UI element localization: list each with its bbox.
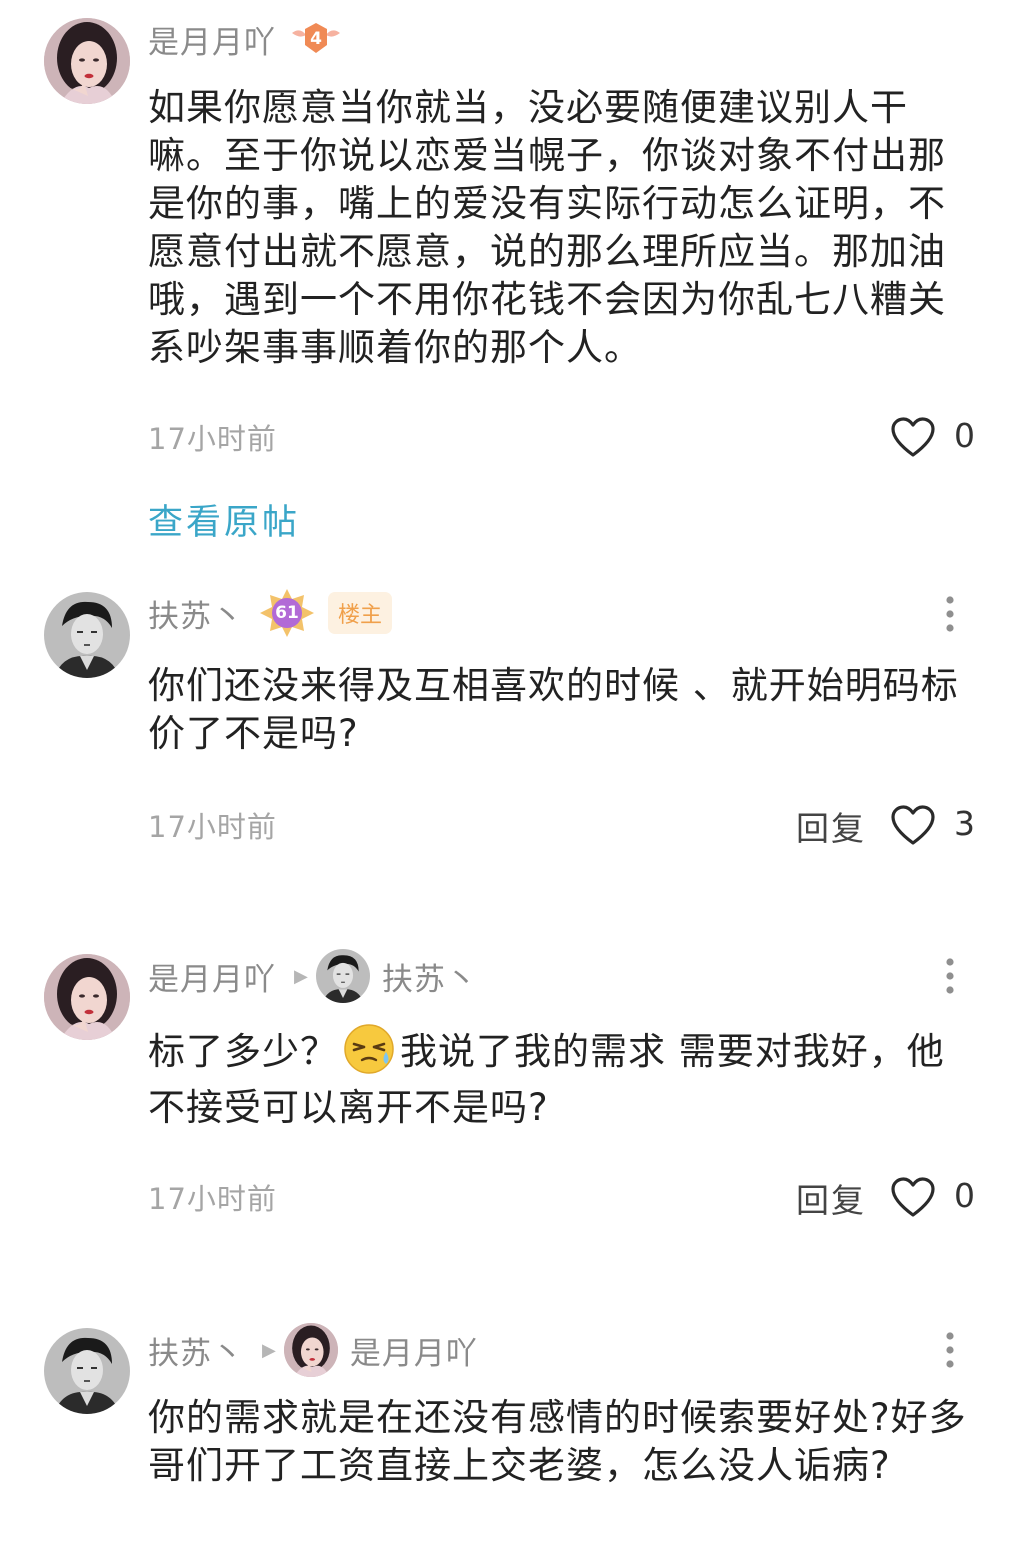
- comment-item: 是月月吖 4 如果你愿意当你就当，没必要随便建议别人干嘛。至于你说以恋爱当幌子，…: [0, 0, 1020, 560]
- sweat-smile-emoji: [344, 1024, 394, 1074]
- username[interactable]: 是月月吖: [148, 954, 276, 999]
- reply-target-username[interactable]: 是月月吖: [350, 1328, 478, 1373]
- like-count: 3: [954, 804, 975, 843]
- timestamp: 17小时前: [148, 810, 277, 844]
- avatar[interactable]: [44, 18, 130, 104]
- comment-header: 是月月吖 ▶ 扶苏丶: [148, 948, 478, 1004]
- comment-thread: 是月月吖 4 如果你愿意当你就当，没必要随便建议别人干嘛。至于你说以恋爱当幌子，…: [0, 0, 1020, 1546]
- heart-outline-icon[interactable]: [890, 416, 936, 458]
- comment-text: 如果你愿意当你就当，没必要随便建议别人干嘛。至于你说以恋爱当幌子，你谈对象不付出…: [148, 86, 946, 369]
- username[interactable]: 扶苏丶: [148, 1328, 244, 1373]
- reply-button[interactable]: 回复: [796, 802, 866, 850]
- level-badge: 61: [258, 587, 316, 639]
- comment-text: 你们还没来得及互相喜欢的时候 、就开始明码标价了不是吗?: [148, 664, 959, 755]
- like-count: 0: [954, 1176, 975, 1215]
- reply-target-avatar[interactable]: [316, 949, 370, 1003]
- op-badge: 楼主: [328, 592, 393, 634]
- comment-text: 标了多少？ 我说了我的需求 需要对我好，他不接受可以离开不是吗?: [148, 1022, 978, 1136]
- comment-header: 扶苏丶 ▶ 是月月吖: [148, 1322, 478, 1378]
- heart-outline-icon[interactable]: [890, 1176, 936, 1218]
- vertical-dots-icon[interactable]: [938, 956, 962, 996]
- view-original-link[interactable]: 查看原帖: [148, 494, 300, 545]
- like-count: 0: [954, 416, 975, 455]
- username[interactable]: 是月月吖: [148, 17, 276, 62]
- comment-text: 你的需求就是在还没有感情的时候索要好处?好多哥们开了工资直接上交老婆，怎么没人诟…: [148, 1396, 967, 1487]
- comment-header: 是月月吖 4: [148, 14, 342, 64]
- reply-button[interactable]: 回复: [796, 1174, 866, 1222]
- comment-item: 扶苏丶 ▶ 是月月吖 你的需求就是在还没有感情的时候索要好处?好多哥们开了工资直…: [0, 1310, 1020, 1546]
- comment-text-part: 标了多少？: [148, 1030, 338, 1073]
- avatar[interactable]: [44, 954, 130, 1040]
- triangle-right-icon: ▶: [262, 1339, 276, 1361]
- avatar[interactable]: [44, 1328, 130, 1414]
- level-badge: 4: [290, 19, 342, 59]
- timestamp: 17小时前: [148, 422, 277, 456]
- vertical-dots-icon[interactable]: [938, 1330, 962, 1370]
- comment-header: 扶苏丶 61 楼主: [148, 587, 393, 639]
- timestamp: 17小时前: [148, 1182, 277, 1216]
- level-number: 4: [310, 29, 322, 49]
- avatar[interactable]: [44, 592, 130, 678]
- username[interactable]: 扶苏丶: [148, 591, 244, 636]
- vertical-dots-icon[interactable]: [938, 594, 962, 634]
- comment-item: 是月月吖 ▶ 扶苏丶 标了多少？ 我说了我的需求 需要对我好，他不接受可以离开不…: [0, 940, 1020, 1240]
- level-number: 61: [275, 603, 299, 623]
- comment-item: 扶苏丶 61 楼主 你们还没来得及互相喜欢的时候 、就开始明码标价了不是吗? 1…: [0, 580, 1020, 880]
- reply-target-avatar[interactable]: [284, 1323, 338, 1377]
- reply-target-username[interactable]: 扶苏丶: [382, 954, 478, 999]
- triangle-right-icon: ▶: [294, 965, 308, 987]
- heart-outline-icon[interactable]: [890, 804, 936, 846]
